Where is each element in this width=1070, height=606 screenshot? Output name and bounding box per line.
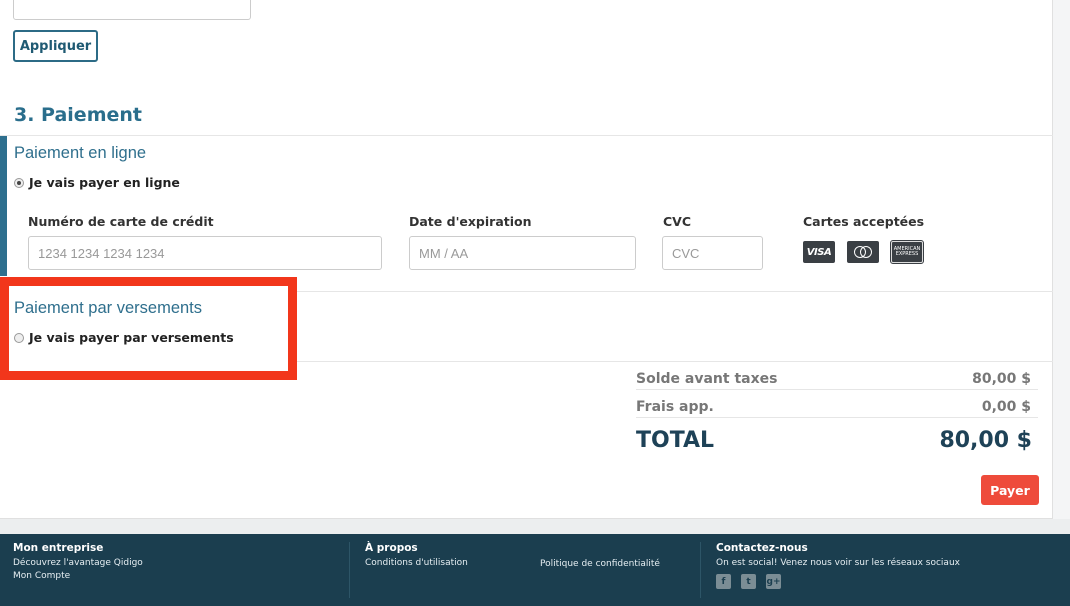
divider (297, 361, 1053, 362)
card-number-input[interactable] (28, 236, 382, 270)
footer-link-privacy[interactable]: Politique de confidentialité (540, 558, 660, 571)
total-label: TOTAL (636, 428, 715, 453)
visa-icon: VISA (803, 241, 835, 263)
footer-heading: À propos (365, 542, 418, 554)
social-links: f t g+ (716, 574, 960, 589)
installments-radio[interactable] (14, 332, 24, 343)
site-footer: Mon entreprise Découvrez l'avantage Qidi… (0, 534, 1070, 606)
total-value: 80,00 $ (939, 428, 1032, 453)
footer-link-terms[interactable]: Conditions d'utilisation (365, 557, 468, 570)
pay-button[interactable]: Payer (981, 475, 1039, 505)
divider (636, 389, 1038, 390)
summary-label: Frais app. (636, 399, 714, 415)
checkout-card: Appliquer 3. Paiement Paiement en ligne … (0, 0, 1053, 519)
installments-radio-label: Je vais payer par versements (29, 330, 234, 345)
installments-option[interactable]: Je vais payer par versements (14, 330, 234, 345)
summary-row-fees: Frais app. 0,00 $ (636, 399, 1038, 415)
footer-contact: Contactez-nous On est social! Venez nous… (716, 542, 960, 589)
footer-link-advantage[interactable]: Découvrez l'avantage Qidigo (13, 557, 143, 570)
google-plus-icon[interactable]: g+ (766, 574, 781, 589)
footer-heading: Mon entreprise (13, 542, 104, 554)
divider (636, 417, 1038, 418)
footer-contact-text: On est social! Venez nous voir sur les r… (716, 558, 960, 568)
accepted-cards-label: Cartes acceptées (803, 214, 925, 229)
scrollbar-track[interactable] (1053, 0, 1070, 519)
footer-about-extra: Politique de confidentialité (540, 558, 660, 571)
installments-highlight-frame (0, 277, 297, 380)
twitter-icon[interactable]: t (741, 574, 756, 589)
online-payment-option[interactable]: Je vais payer en ligne (14, 175, 180, 190)
footer-company: Mon entreprise Découvrez l'avantage Qidi… (13, 542, 143, 583)
divider (0, 135, 1053, 136)
payment-section-title: 3. Paiement (14, 104, 142, 126)
card-number-label: Numéro de carte de crédit (28, 214, 214, 229)
footer-divider (700, 542, 701, 598)
summary-label: Solde avant taxes (636, 371, 778, 387)
apply-coupon-button[interactable]: Appliquer (13, 30, 98, 62)
coupon-code-input[interactable] (13, 0, 251, 20)
footer-link-account[interactable]: Mon Compte (13, 570, 143, 583)
american-express-icon: AMERICAN EXPRESS (890, 240, 924, 264)
facebook-icon[interactable]: f (716, 574, 731, 589)
expiration-label: Date d'expiration (409, 214, 532, 229)
expiration-input[interactable] (409, 236, 636, 270)
installments-title: Paiement par versements (14, 299, 203, 317)
online-payment-radio-label: Je vais payer en ligne (29, 175, 180, 190)
footer-about: À propos Conditions d'utilisation (365, 542, 468, 570)
mastercard-icon (847, 241, 879, 263)
footer-divider (349, 542, 350, 598)
accepted-cards: VISA AMERICAN EXPRESS (803, 240, 924, 264)
summary-total-row: TOTAL 80,00 $ (636, 428, 1032, 453)
online-payment-accent-bar (0, 136, 7, 276)
online-payment-radio[interactable] (14, 177, 24, 188)
footer-heading: Contactez-nous (716, 542, 808, 554)
summary-value: 80,00 $ (972, 371, 1031, 387)
amex-text: EXPRESS (895, 251, 919, 257)
cvc-input[interactable] (662, 236, 763, 270)
online-payment-title: Paiement en ligne (14, 144, 147, 162)
cvc-label: CVC (663, 214, 692, 229)
summary-row-subtotal: Solde avant taxes 80,00 $ (636, 371, 1038, 387)
summary-value: 0,00 $ (981, 399, 1031, 415)
